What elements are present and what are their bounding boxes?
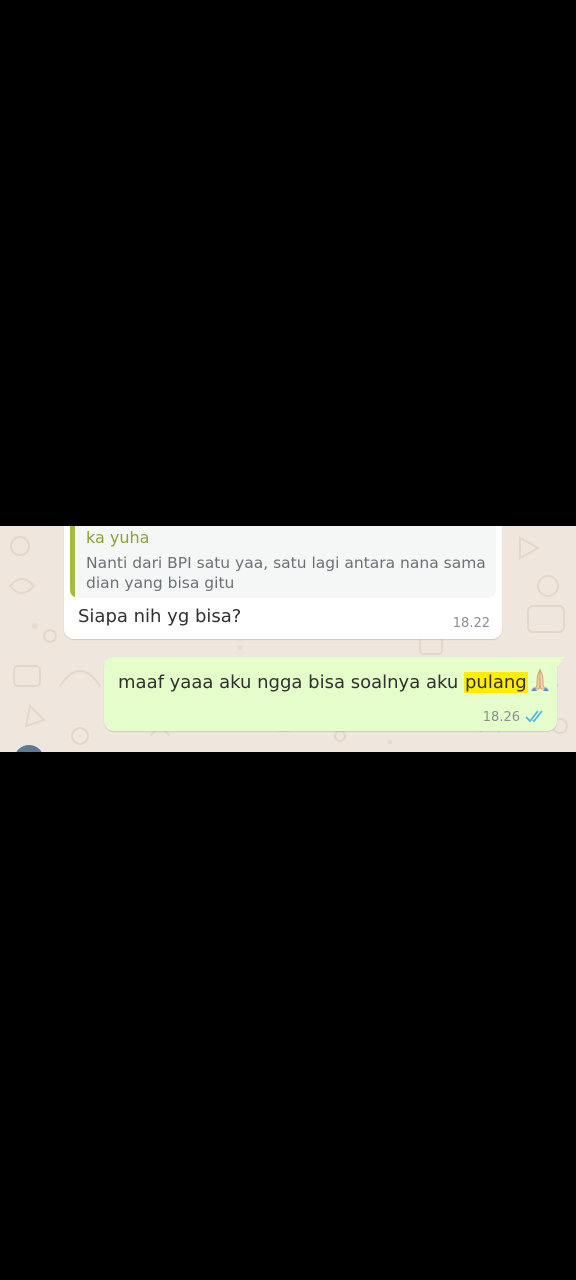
quoted-message[interactable]: ka yuha Nanti dari BPI satu yaa, satu la…	[70, 526, 496, 598]
search-highlight: pulang	[463, 672, 528, 693]
quote-author: ka yuha	[86, 528, 150, 547]
outgoing-message-text: maaf yaaa aku ngga bisa soalnya aku pula…	[118, 668, 551, 697]
outgoing-message-text-plain: maaf yaaa aku ngga bisa soalnya aku	[118, 672, 464, 693]
incoming-message-bubble[interactable]: ka yuha Nanti dari BPI satu yaa, satu la…	[64, 526, 502, 639]
incoming-message-text: Siapa nih yg bisa?	[78, 606, 242, 627]
outgoing-message-bubble[interactable]: maaf yaaa aku ngga bisa soalnya aku pula…	[104, 657, 565, 731]
quote-text: Nanti dari BPI satu yaa, satu lagi antar…	[86, 554, 486, 592]
quote-accent-bar	[70, 526, 75, 598]
incoming-message-time: 18.22	[452, 616, 490, 631]
folded-hands-icon	[529, 668, 551, 697]
bubble-tail	[557, 657, 565, 667]
outgoing-message-time: 18.26	[482, 710, 520, 725]
chat-area[interactable]: ka yuha Nanti dari BPI satu yaa, satu la…	[0, 526, 576, 752]
outgoing-message-meta: 18.26	[483, 708, 547, 727]
double-check-icon	[525, 708, 547, 727]
